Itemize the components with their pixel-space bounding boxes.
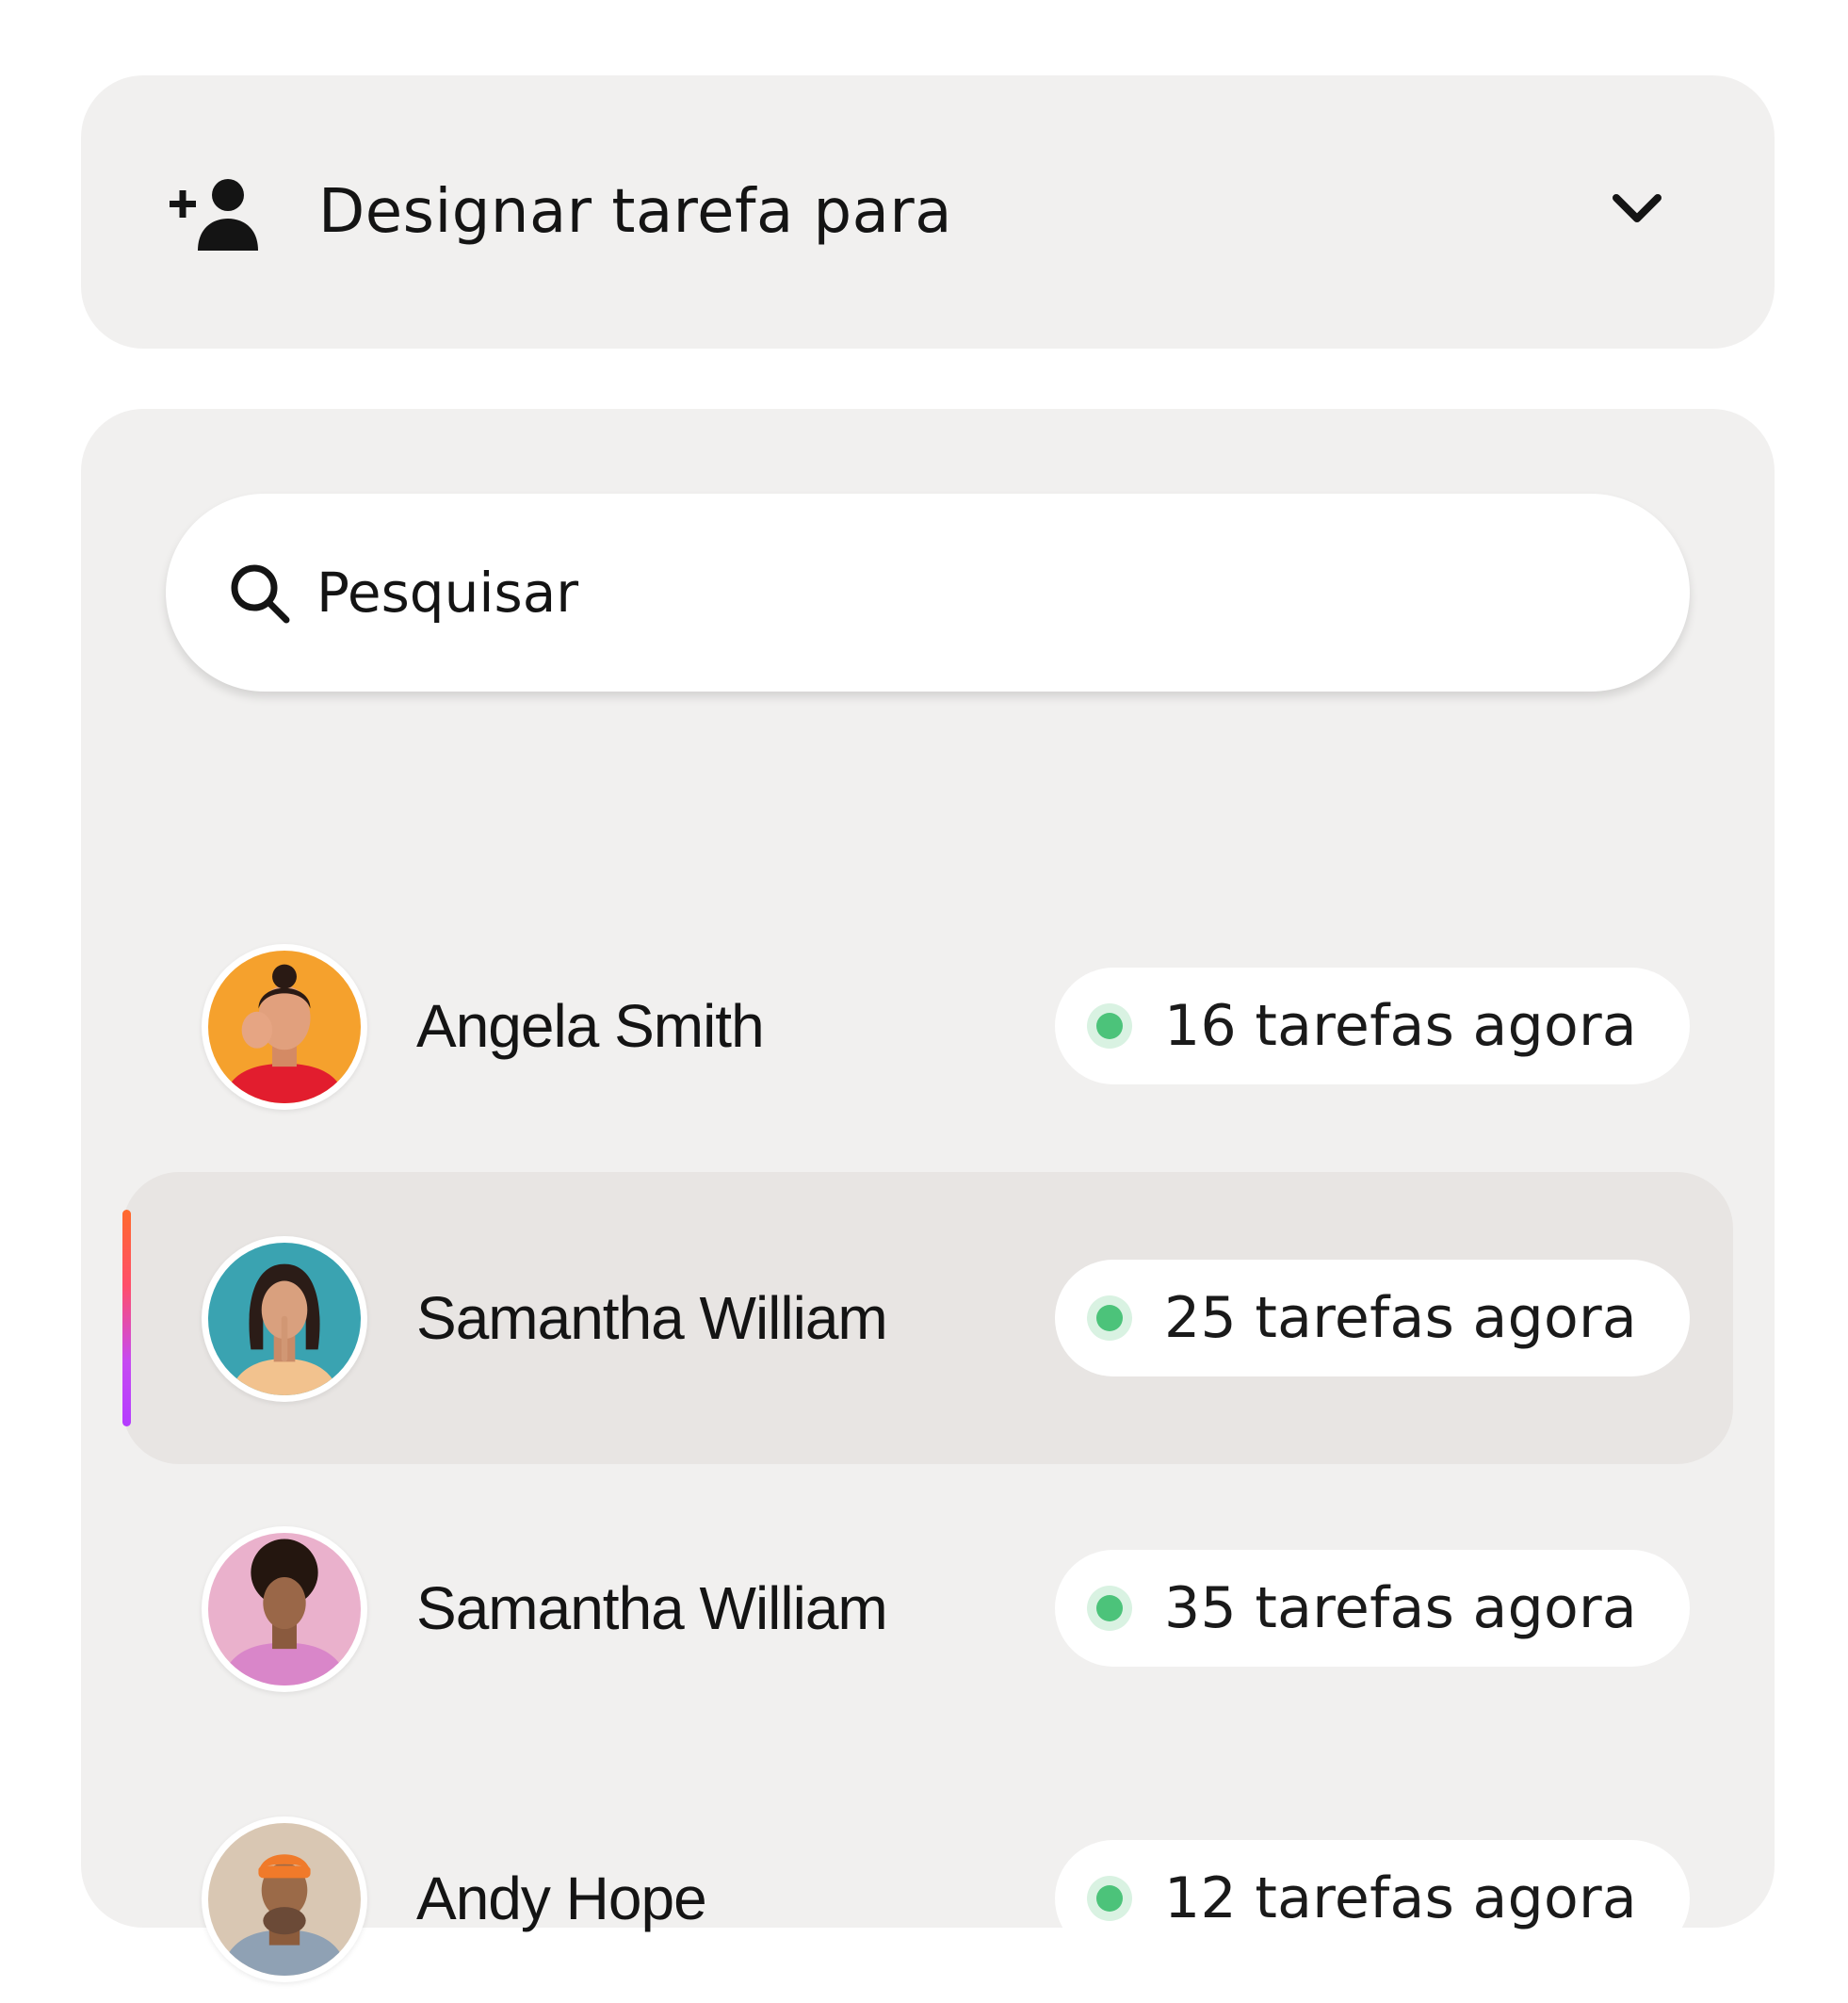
status-indicator <box>1087 1586 1132 1631</box>
status-dot-icon <box>1096 1885 1123 1912</box>
chevron-down-icon[interactable] <box>1607 179 1667 239</box>
user-row[interactable]: Samantha William 35 tarefas agora <box>81 1462 1775 1754</box>
status-dot-icon <box>1096 1013 1123 1039</box>
search-icon <box>231 564 290 624</box>
assign-dropdown[interactable]: Designar tarefa para <box>81 75 1775 349</box>
task-count-badge: 16 tarefas agora <box>1055 968 1690 1084</box>
task-count: 25 tarefas agora <box>1164 1285 1637 1351</box>
search-bar[interactable] <box>166 494 1690 692</box>
task-count: 35 tarefas agora <box>1164 1575 1637 1641</box>
task-count-badge: 35 tarefas agora <box>1055 1550 1690 1667</box>
status-dot-icon <box>1096 1305 1123 1331</box>
user-row-selected[interactable]: Samantha William 25 tarefas agora <box>81 1172 1775 1464</box>
task-count: 12 tarefas agora <box>1164 1865 1637 1931</box>
avatar <box>202 1526 367 1692</box>
avatar <box>202 1816 367 1982</box>
user-name: Andy Hope <box>416 1865 707 1932</box>
selection-accent-bar <box>122 1210 131 1426</box>
status-indicator <box>1087 1003 1132 1049</box>
avatar <box>202 1236 367 1402</box>
person-add-icon <box>170 179 258 251</box>
user-name: Samantha William <box>416 1284 888 1352</box>
status-indicator <box>1087 1295 1132 1341</box>
assign-task-panel: Designar tarefa para Pesquisar Angela Sm… <box>0 0 1848 2003</box>
user-list-panel: Angela Smith 16 tarefas agora Saman <box>81 409 1775 1982</box>
search-input[interactable] <box>316 494 1616 692</box>
task-count: 16 tarefas agora <box>1164 993 1637 1059</box>
user-row[interactable]: Andy Hope 12 tarefas agora <box>81 1752 1775 2003</box>
user-name: Angela Smith <box>416 992 765 1060</box>
task-count-badge: 25 tarefas agora <box>1055 1260 1690 1376</box>
user-name: Samantha William <box>416 1574 888 1642</box>
status-dot-icon <box>1096 1595 1123 1621</box>
user-row[interactable]: Angela Smith 16 tarefas agora <box>81 880 1775 1172</box>
task-count-badge: 12 tarefas agora <box>1055 1840 1690 1957</box>
dropdown-title: Designar tarefa para <box>318 177 952 247</box>
status-indicator <box>1087 1876 1132 1921</box>
avatar <box>202 944 367 1110</box>
